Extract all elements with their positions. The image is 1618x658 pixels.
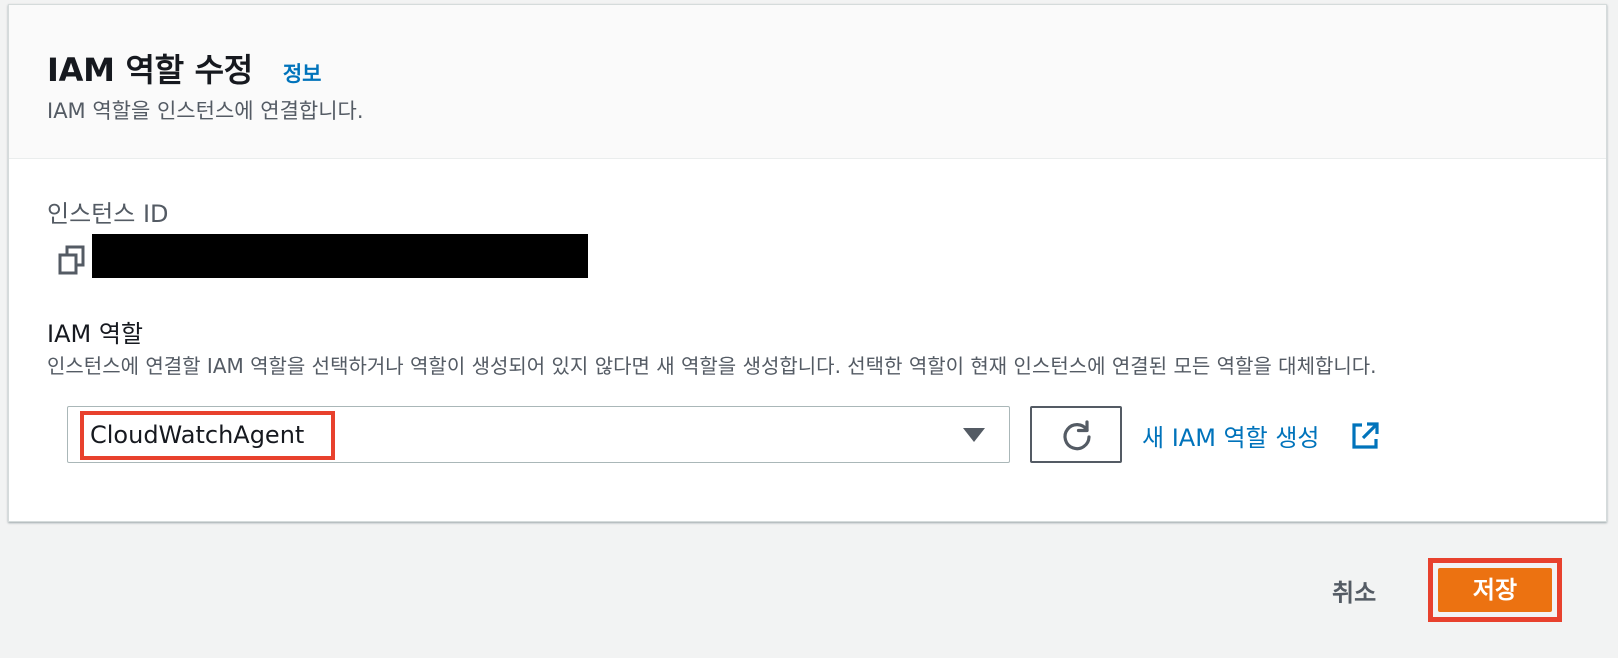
iam-role-label: IAM 역할 bbox=[47, 320, 143, 348]
iam-role-description: 인스턴스에 연결할 IAM 역할을 선택하거나 역할이 생성되어 있지 않다면 … bbox=[47, 354, 1377, 378]
create-iam-role-link[interactable]: 새 IAM 역할 생성 bbox=[1142, 418, 1320, 453]
external-link-icon[interactable] bbox=[1350, 421, 1380, 451]
refresh-icon bbox=[1063, 420, 1091, 451]
save-button[interactable]: 저장 bbox=[1438, 568, 1552, 612]
instance-id-label: 인스턴스 ID bbox=[47, 200, 169, 228]
page-subtitle: IAM 역할을 인스턴스에 연결합니다. bbox=[47, 99, 364, 123]
iam-role-select[interactable]: CloudWatchAgent bbox=[67, 406, 1010, 463]
iam-role-selected-value: CloudWatchAgent bbox=[80, 411, 335, 460]
edit-iam-role-panel: IAM 역할 수정 정보 IAM 역할을 인스턴스에 연결합니다. 인스턴스 I… bbox=[8, 4, 1607, 522]
save-button-highlight: 저장 bbox=[1428, 558, 1562, 622]
panel-header: IAM 역할 수정 정보 IAM 역할을 인스턴스에 연결합니다. bbox=[9, 5, 1606, 159]
copy-icon[interactable] bbox=[55, 241, 91, 281]
page-title: IAM 역할 수정 bbox=[47, 51, 253, 89]
instance-id-value-redacted bbox=[92, 234, 588, 278]
title-row: IAM 역할 수정 정보 bbox=[47, 45, 322, 91]
cancel-button[interactable]: 취소 bbox=[1332, 573, 1376, 608]
refresh-button[interactable] bbox=[1030, 406, 1122, 463]
caret-down-icon bbox=[963, 428, 985, 442]
info-link[interactable]: 정보 bbox=[283, 58, 322, 88]
